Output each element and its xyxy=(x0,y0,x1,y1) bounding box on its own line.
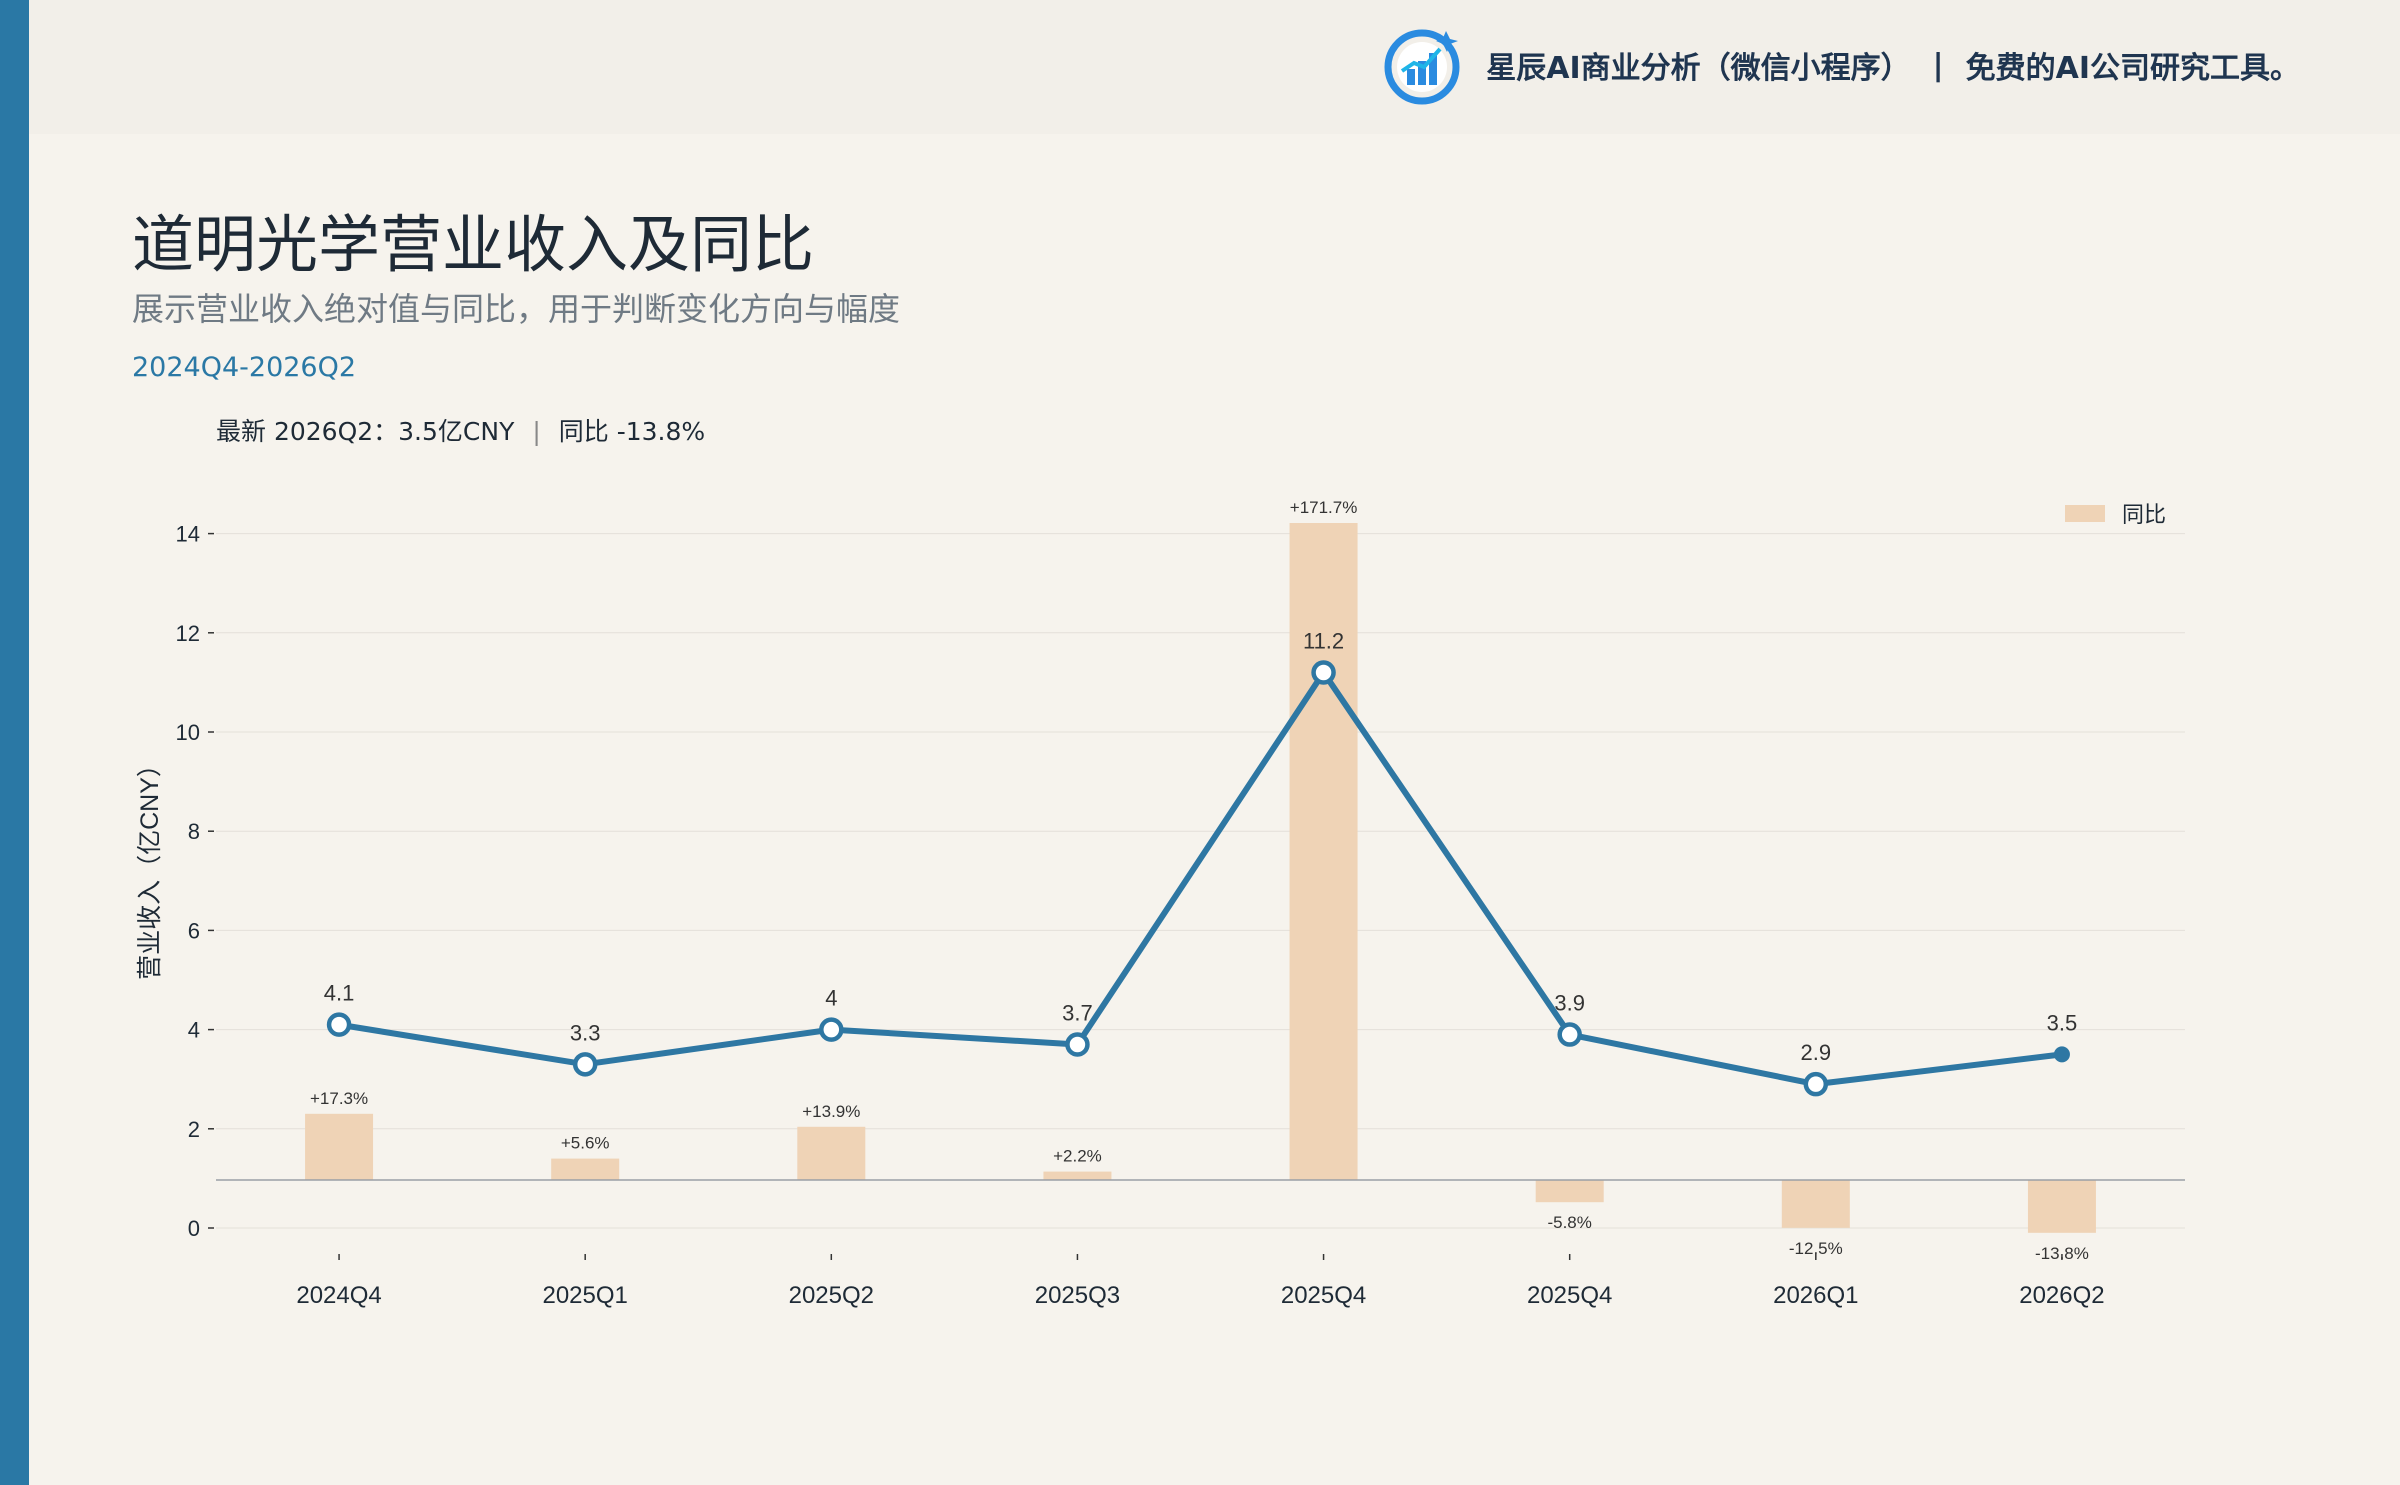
yoy-bar-label: +171.7% xyxy=(1290,498,1358,517)
yoy-bar xyxy=(1043,1171,1112,1180)
revenue-point-label: 4.1 xyxy=(324,981,355,1006)
revenue-point xyxy=(819,1017,844,1042)
revenue-point xyxy=(572,1052,598,1077)
yoy-bar-label: +13.9% xyxy=(802,1102,860,1121)
y-tick-label: 6 xyxy=(188,918,200,943)
yoy-bar-label: +5.6% xyxy=(561,1134,610,1153)
yoy-bar xyxy=(305,1113,374,1180)
y-tick-label: 10 xyxy=(176,720,200,745)
revenue-point xyxy=(1803,1071,1829,1097)
revenue-point-label: 11.2 xyxy=(1303,628,1344,653)
x-tick-label: 2025Q4 xyxy=(1281,1282,1366,1309)
revenue-point-label: 3.5 xyxy=(2047,1010,2078,1035)
revenue-point xyxy=(1065,1032,1090,1057)
y-tick-label: 8 xyxy=(188,819,200,844)
y-tick-label: 2 xyxy=(188,1117,200,1142)
yoy-bar xyxy=(551,1158,620,1180)
yoy-bar-label: +17.3% xyxy=(310,1089,368,1108)
x-tick-label: 2026Q2 xyxy=(2019,1282,2104,1309)
revenue-point xyxy=(1557,1022,1582,1047)
x-tick-label: 2025Q1 xyxy=(542,1282,627,1309)
revenue-point-label: 3.3 xyxy=(570,1020,601,1045)
revenue-point xyxy=(2053,1046,2070,1063)
y-axis-label: 营业收入（亿CNY） xyxy=(136,752,164,980)
legend-swatch xyxy=(2065,505,2105,522)
yoy-bar xyxy=(1289,523,1358,1180)
yoy-bar-label: -5.8% xyxy=(1547,1213,1591,1232)
yoy-bar xyxy=(797,1126,866,1180)
yoy-bar xyxy=(1535,1180,1604,1203)
legend-label: 同比 xyxy=(2122,502,2166,527)
yoy-bar-label: +2.2% xyxy=(1053,1147,1102,1166)
y-tick-label: 14 xyxy=(176,522,200,547)
y-tick-label: 0 xyxy=(188,1216,200,1241)
yoy-bar xyxy=(2027,1180,2096,1233)
revenue-point-label: 4 xyxy=(825,986,837,1011)
revenue-point-label: 3.7 xyxy=(1062,1000,1093,1025)
x-tick-label: 2025Q4 xyxy=(1527,1282,1612,1309)
x-tick-label: 2024Q4 xyxy=(296,1282,381,1309)
y-tick-label: 12 xyxy=(176,621,200,646)
y-tick-label: 4 xyxy=(188,1018,200,1043)
x-tick-label: 2026Q1 xyxy=(1773,1282,1858,1309)
yoy-bar xyxy=(1781,1180,1850,1228)
revenue-point xyxy=(326,1012,352,1037)
x-tick-label: 2025Q3 xyxy=(1035,1282,1120,1309)
revenue-point xyxy=(1311,660,1336,685)
revenue-yoy-chart: 0 2 4 6 8 10 12 14 营业收入（亿CNY） +17.3% +5.6% +13.9% +2… xyxy=(136,498,2185,1309)
revenue-point-label: 2.9 xyxy=(1801,1040,1832,1065)
x-tick-label: 2025Q2 xyxy=(789,1282,874,1309)
revenue-point-label: 3.9 xyxy=(1554,991,1585,1016)
